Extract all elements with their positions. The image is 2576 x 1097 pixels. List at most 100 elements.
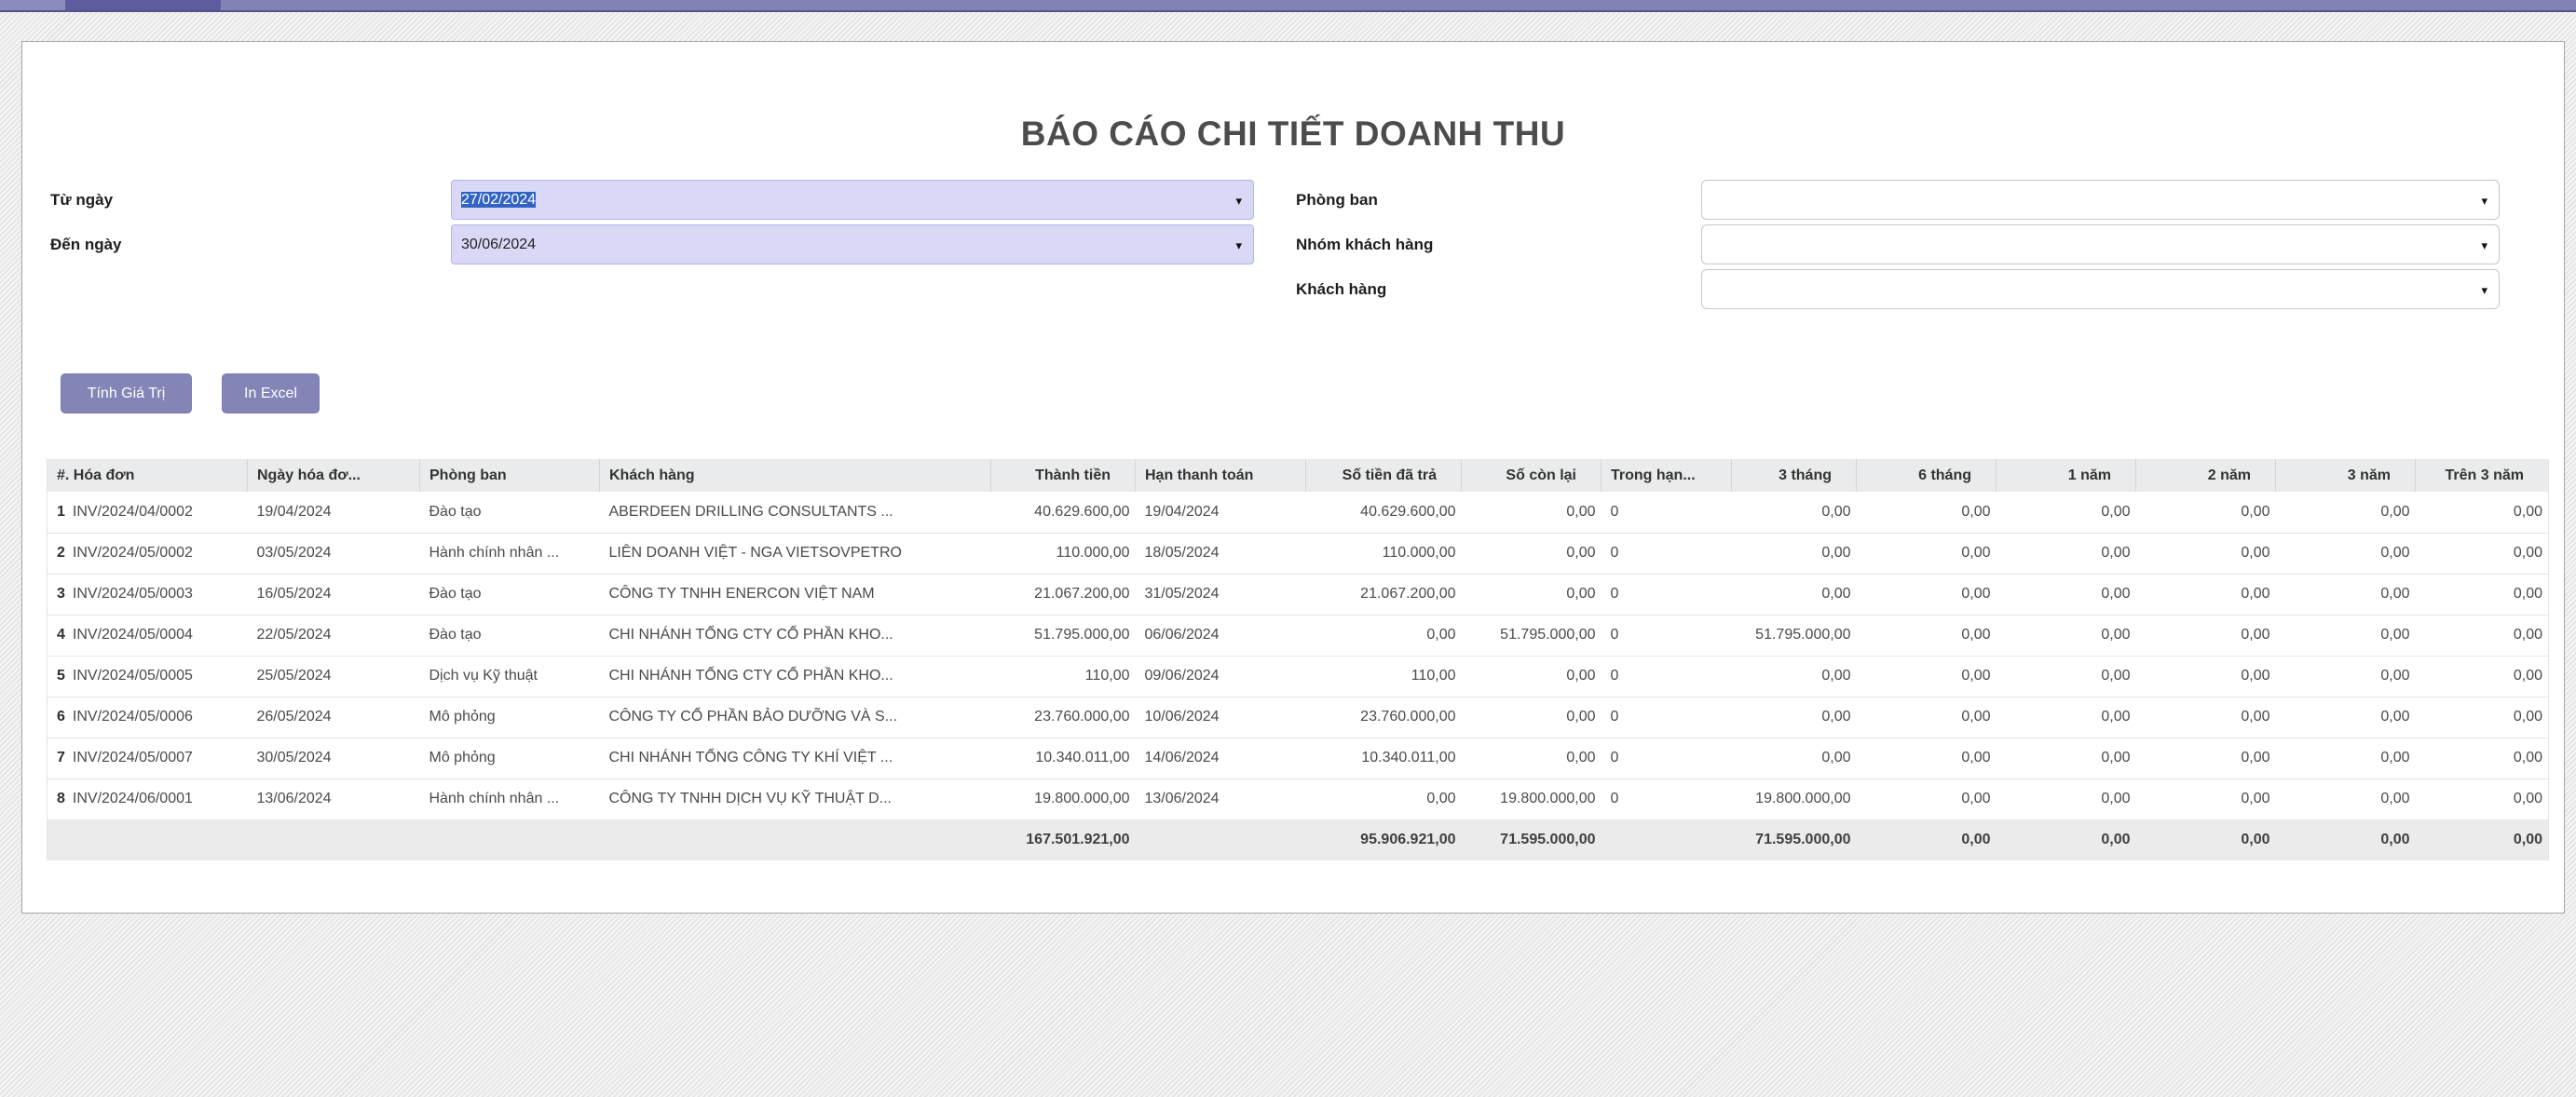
customer-cell: ABERDEEN DRILLING CONSULTANTS ... xyxy=(600,492,991,533)
y3-cell: 0,00 xyxy=(2276,492,2416,533)
amount-cell: 21.067.200,00 xyxy=(991,574,1136,615)
customer-group-select[interactable]: ▾ xyxy=(1701,224,2500,264)
to-date-value: 30/06/2024 xyxy=(461,237,536,252)
paid-cell: 0,00 xyxy=(1306,779,1462,819)
department-cell: Đào tạo xyxy=(420,492,600,533)
m3-cell: 0,00 xyxy=(1732,738,1857,779)
remaining-cell: 0,00 xyxy=(1462,656,1601,697)
invoice-date-cell: 30/05/2024 xyxy=(248,738,420,779)
customer-cell: CHI NHÁNH TỔNG CÔNG TY KHÍ VIỆT ... xyxy=(600,738,991,779)
customer-select[interactable]: ▾ xyxy=(1701,269,2500,309)
col-in-term: Trong hạn... xyxy=(1601,459,1732,492)
to-date-input[interactable]: 30/06/2024 ▾ xyxy=(451,224,1254,264)
remaining-cell: 19.800.000,00 xyxy=(1462,779,1601,819)
remaining-cell: 0,00 xyxy=(1462,492,1601,533)
revenue-report-screen: BÁO CÁO CHI TIẾT DOANH THU Từ ngày 27/02… xyxy=(0,0,2576,1097)
department-cell: Đào tạo xyxy=(420,615,600,656)
department-select[interactable]: ▾ xyxy=(1701,180,2500,220)
customer-cell: CÔNG TY CỔ PHẦN BẢO DƯỠNG VÀ S... xyxy=(600,697,991,738)
dropdown-arrow-icon[interactable]: ▾ xyxy=(2481,181,2487,220)
total-3-months: 71.595.000,00 xyxy=(1732,819,1857,860)
department-cell: Hành chính nhân ... xyxy=(420,533,600,574)
top-bar-segment-light xyxy=(0,0,65,10)
m6-cell: 0,00 xyxy=(1857,574,1997,615)
y1-cell: 0,00 xyxy=(1997,779,2136,819)
remaining-cell: 0,00 xyxy=(1462,738,1601,779)
table-row: 2INV/2024/05/0002 03/05/2024 Hành chính … xyxy=(48,533,2549,574)
dropdown-arrow-icon[interactable]: ▾ xyxy=(2481,270,2487,309)
y2-cell: 0,00 xyxy=(2136,738,2276,779)
y1-cell: 0,00 xyxy=(1997,697,2136,738)
y2-cell: 0,00 xyxy=(2136,533,2276,574)
customer-cell: CÔNG TY TNHH DỊCH VỤ KỸ THUẬT D... xyxy=(600,779,991,819)
paid-cell: 110,00 xyxy=(1306,656,1462,697)
department-cell: Đào tạo xyxy=(420,574,600,615)
in-term-cell: 0 xyxy=(1601,738,1732,779)
customer-group-label: Nhóm khách hàng xyxy=(1296,224,1433,264)
col-invoice: #. Hóa đơn xyxy=(48,459,248,492)
over3-cell: 0,00 xyxy=(2416,574,2549,615)
invoice-cell: 8INV/2024/06/0001 xyxy=(48,779,248,819)
in-term-cell: 0 xyxy=(1601,656,1732,697)
dropdown-arrow-icon[interactable]: ▾ xyxy=(1235,225,1242,264)
remaining-cell: 0,00 xyxy=(1462,574,1601,615)
calculate-button[interactable]: Tính Giá Trị xyxy=(61,373,192,413)
amount-cell: 23.760.000,00 xyxy=(991,697,1136,738)
y1-cell: 0,00 xyxy=(1997,738,2136,779)
col-6-months: 6 tháng xyxy=(1857,459,1997,492)
m6-cell: 0,00 xyxy=(1857,738,1997,779)
department-cell: Mô phỏng xyxy=(420,738,600,779)
total-over-3-years: 0,00 xyxy=(2416,819,2549,860)
revenue-table: #. Hóa đơn Ngày hóa đơ... Phòng ban Khác… xyxy=(47,459,2549,860)
paid-cell: 110.000,00 xyxy=(1306,533,1462,574)
total-3-years: 0,00 xyxy=(2276,819,2416,860)
y1-cell: 0,00 xyxy=(1997,574,2136,615)
y1-cell: 0,00 xyxy=(1997,656,2136,697)
m3-cell: 19.800.000,00 xyxy=(1732,779,1857,819)
department-label: Phòng ban xyxy=(1296,180,1378,220)
table-row: 7INV/2024/05/0007 30/05/2024 Mô phỏng CH… xyxy=(48,738,2549,779)
due-date-cell: 14/06/2024 xyxy=(1136,738,1306,779)
from-date-input[interactable]: 27/02/2024 ▾ xyxy=(451,180,1254,220)
total-2-years: 0,00 xyxy=(2136,819,2276,860)
department-cell: Dịch vụ Kỹ thuật xyxy=(420,656,600,697)
dropdown-arrow-icon[interactable]: ▾ xyxy=(2481,225,2487,264)
y2-cell: 0,00 xyxy=(2136,574,2276,615)
to-date-label: Đến ngày xyxy=(50,224,122,264)
dropdown-arrow-icon[interactable]: ▾ xyxy=(1235,181,1242,220)
amount-cell: 19.800.000,00 xyxy=(991,779,1136,819)
invoice-date-cell: 19/04/2024 xyxy=(248,492,420,533)
report-card: BÁO CÁO CHI TIẾT DOANH THU Từ ngày 27/02… xyxy=(21,41,2565,914)
table-row: 5INV/2024/05/0005 25/05/2024 Dịch vụ Kỹ … xyxy=(48,656,2549,697)
remaining-cell: 51.795.000,00 xyxy=(1462,615,1601,656)
y2-cell: 0,00 xyxy=(2136,492,2276,533)
top-accent-bar xyxy=(0,0,2576,12)
invoice-date-cell: 25/05/2024 xyxy=(248,656,420,697)
amount-cell: 10.340.011,00 xyxy=(991,738,1136,779)
invoice-date-cell: 03/05/2024 xyxy=(248,533,420,574)
m6-cell: 0,00 xyxy=(1857,615,1997,656)
invoice-cell: 6INV/2024/05/0006 xyxy=(48,697,248,738)
department-cell: Hành chính nhân ... xyxy=(420,779,600,819)
table-row: 6INV/2024/05/0006 26/05/2024 Mô phỏng CÔ… xyxy=(48,697,2549,738)
invoice-date-cell: 26/05/2024 xyxy=(248,697,420,738)
in-term-cell: 0 xyxy=(1601,697,1732,738)
over3-cell: 0,00 xyxy=(2416,779,2549,819)
col-over-3-years: Trên 3 năm xyxy=(2416,459,2549,492)
customer-cell: CÔNG TY TNHH ENERCON VIỆT NAM xyxy=(600,574,991,615)
col-customer: Khách hàng xyxy=(600,459,991,492)
over3-cell: 0,00 xyxy=(2416,615,2549,656)
col-3-years: 3 năm xyxy=(2276,459,2416,492)
col-amount: Thành tiền xyxy=(991,459,1136,492)
customer-label: Khách hàng xyxy=(1296,269,1386,309)
export-excel-button[interactable]: In Excel xyxy=(222,373,320,413)
y3-cell: 0,00 xyxy=(2276,779,2416,819)
customer-cell: CHI NHÁNH TỔNG CTY CỔ PHẦN KHO... xyxy=(600,615,991,656)
over3-cell: 0,00 xyxy=(2416,533,2549,574)
col-paid: Số tiền đã trả xyxy=(1306,459,1462,492)
invoice-cell: 5INV/2024/05/0005 xyxy=(48,656,248,697)
paid-cell: 40.629.600,00 xyxy=(1306,492,1462,533)
m6-cell: 0,00 xyxy=(1857,656,1997,697)
invoice-date-cell: 22/05/2024 xyxy=(248,615,420,656)
m3-cell: 0,00 xyxy=(1732,697,1857,738)
